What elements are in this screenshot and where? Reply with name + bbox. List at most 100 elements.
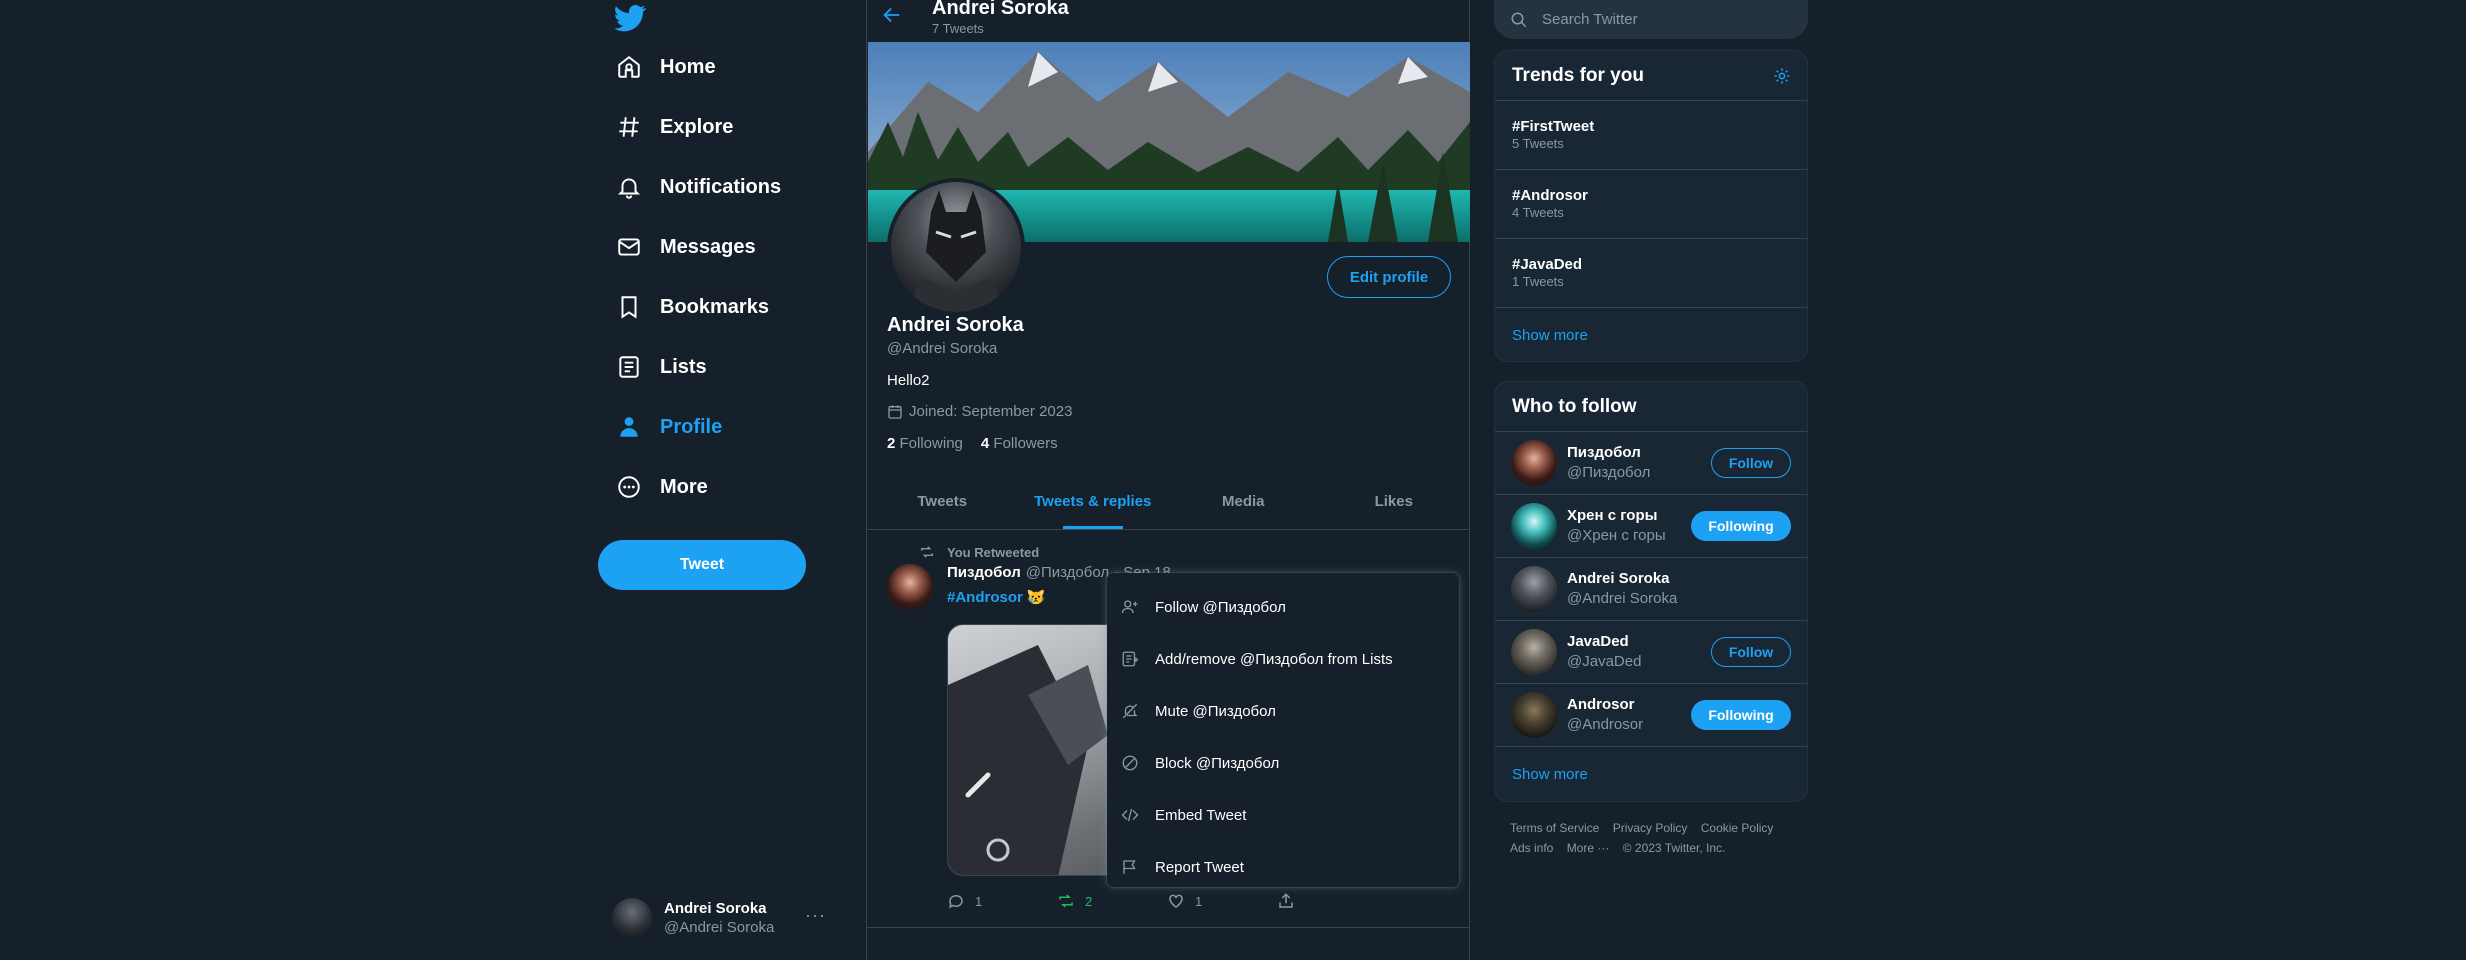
- twitter-logo-icon[interactable]: [614, 2, 646, 34]
- calendar-icon: [888, 404, 902, 419]
- nav-home[interactable]: Home: [616, 47, 716, 87]
- tweet-author-avatar[interactable]: [887, 564, 933, 610]
- trend-name: #JavaDed: [1512, 256, 1583, 273]
- tweet-hashtag[interactable]: #Androsor: [947, 589, 1023, 606]
- profile-header: Andrei Soroka 7 Tweets: [867, 0, 1469, 42]
- suggested-user-avatar: [1511, 440, 1557, 486]
- nav-notifications[interactable]: Notifications: [616, 167, 781, 207]
- reply-count: 1: [975, 893, 983, 909]
- ads-info-link[interactable]: Ads info: [1510, 841, 1553, 855]
- suggested-user-avatar: [1511, 692, 1557, 738]
- nav-home-label: Home: [660, 55, 716, 78]
- who-to-follow-title: Who to follow: [1512, 395, 1637, 417]
- trend-item[interactable]: #FirstTweet 5 Tweets: [1495, 101, 1807, 170]
- cookie-link[interactable]: Cookie Policy: [1701, 821, 1774, 835]
- search-input[interactable]: [1542, 11, 1792, 28]
- nav-messages[interactable]: Messages: [616, 227, 756, 267]
- following-button[interactable]: Following: [1691, 511, 1791, 541]
- nav-profile[interactable]: Profile: [616, 407, 722, 447]
- followers-label: Followers: [993, 435, 1058, 452]
- reply-button[interactable]: 1: [947, 892, 1057, 910]
- menu-follow[interactable]: Follow @Пиздобол: [1107, 581, 1459, 633]
- suggested-user[interactable]: JavaDed @JavaDed Follow: [1495, 621, 1807, 684]
- like-count: 1: [1195, 893, 1203, 909]
- reply-icon: [948, 894, 963, 909]
- menu-report[interactable]: Report Tweet: [1107, 841, 1459, 893]
- share-button[interactable]: [1277, 892, 1387, 910]
- nav-explore[interactable]: Explore: [616, 107, 733, 147]
- back-arrow-icon[interactable]: [881, 4, 903, 26]
- suggested-user[interactable]: Androsor @Androsor Following: [1495, 684, 1807, 747]
- nav-explore-label: Explore: [660, 115, 734, 138]
- code-icon: [1121, 808, 1139, 822]
- nav-bookmarks[interactable]: Bookmarks: [616, 287, 769, 327]
- account-handle: @Andrei Soroka: [664, 919, 775, 936]
- heart-icon: [1169, 894, 1183, 908]
- home-icon: [618, 56, 640, 78]
- profile-avatar[interactable]: [887, 178, 1025, 316]
- profile-joined: Joined: September 2023: [887, 403, 1072, 420]
- follow-button[interactable]: Follow: [1711, 637, 1791, 667]
- trends-panel: Trends for you #FirstTweet 5 Tweets #And…: [1494, 50, 1808, 362]
- menu-mute-label: Mute @Пиздобол: [1155, 702, 1276, 720]
- retweet-button[interactable]: 2: [1057, 892, 1167, 910]
- tab-likes[interactable]: Likes: [1319, 474, 1470, 529]
- footer-more-link[interactable]: More ···: [1567, 841, 1610, 855]
- profile-joined-text: Joined: September 2023: [909, 403, 1073, 420]
- nav-lists[interactable]: Lists: [616, 347, 707, 387]
- gear-icon[interactable]: [1773, 67, 1791, 85]
- tab-media[interactable]: Media: [1168, 474, 1319, 529]
- following-link[interactable]: 2 Following: [887, 435, 963, 452]
- retweet-indicator: You Retweeted: [919, 544, 1039, 560]
- bookmark-icon: [621, 296, 637, 319]
- block-icon: [1122, 755, 1138, 771]
- suggested-user-name: Andrei Soroka: [1567, 570, 1670, 587]
- nav-notifications-label: Notifications: [660, 175, 782, 198]
- more-circle-icon: [618, 476, 640, 498]
- tweet-text: #Androsor 😿: [947, 588, 1046, 606]
- privacy-link[interactable]: Privacy Policy: [1613, 821, 1688, 835]
- profile-bio: Hello2: [887, 372, 930, 389]
- nav-more[interactable]: More: [616, 467, 708, 507]
- trends-title: Trends for you: [1512, 64, 1644, 86]
- following-button[interactable]: Following: [1691, 700, 1791, 730]
- tweet-button[interactable]: Tweet: [598, 540, 806, 590]
- tab-tweets[interactable]: Tweets: [867, 474, 1018, 529]
- trend-item[interactable]: #JavaDed 1 Tweets: [1495, 239, 1807, 308]
- trend-count: 4 Tweets: [1512, 205, 1564, 220]
- account-switcher[interactable]: Andrei Soroka @Andrei Soroka ···: [612, 893, 872, 943]
- suggested-user[interactable]: Andrei Soroka @Andrei Soroka: [1495, 558, 1807, 621]
- menu-mute[interactable]: Mute @Пиздобол: [1107, 685, 1459, 737]
- copyright: © 2023 Twitter, Inc.: [1622, 841, 1726, 855]
- flag-icon: [1123, 860, 1136, 874]
- terms-link[interactable]: Terms of Service: [1510, 821, 1599, 835]
- like-button[interactable]: 1: [1167, 892, 1277, 910]
- list-icon: [619, 356, 639, 378]
- who-to-follow-show-more-link[interactable]: Show more: [1495, 747, 1807, 801]
- tweet-author-name[interactable]: Пиздобол: [947, 564, 1021, 581]
- trends-show-more-link[interactable]: Show more: [1495, 308, 1807, 361]
- suggested-user[interactable]: Пиздобол @Пиздобол Follow: [1495, 432, 1807, 495]
- header-title: Andrei Soroka: [932, 0, 1069, 19]
- tab-tweets-replies[interactable]: Tweets & replies: [1018, 474, 1169, 529]
- account-more-icon[interactable]: ···: [805, 905, 826, 926]
- menu-add-remove-lists[interactable]: Add/remove @Пиздобол from Lists: [1107, 633, 1459, 685]
- search-icon: [1511, 12, 1527, 27]
- edit-profile-button[interactable]: Edit profile: [1327, 256, 1451, 298]
- menu-block[interactable]: Block @Пиздобол: [1107, 737, 1459, 789]
- tweet-author-handle: @Пиздобол: [1025, 564, 1110, 581]
- menu-follow-label: Follow @Пиздобол: [1155, 598, 1286, 616]
- menu-embed[interactable]: Embed Tweet: [1107, 789, 1459, 841]
- followers-link[interactable]: 4 Followers: [981, 435, 1058, 452]
- suggested-user[interactable]: Хрен с горы @Хрен с горы Following: [1495, 495, 1807, 558]
- suggested-user-handle: @Andrei Soroka: [1567, 590, 1678, 607]
- suggested-user-name: JavaDed: [1567, 633, 1629, 650]
- retweet-small-icon: [921, 546, 933, 558]
- suggested-user-handle: @JavaDed: [1567, 653, 1642, 670]
- tweet-actions: 1 2 1: [947, 892, 1387, 910]
- who-to-follow-header: Who to follow: [1495, 382, 1807, 432]
- follow-button[interactable]: Follow: [1711, 448, 1791, 478]
- trend-item[interactable]: #Androsor 4 Tweets: [1495, 170, 1807, 239]
- suggested-user-avatar: [1511, 629, 1557, 675]
- following-label: Following: [899, 435, 963, 452]
